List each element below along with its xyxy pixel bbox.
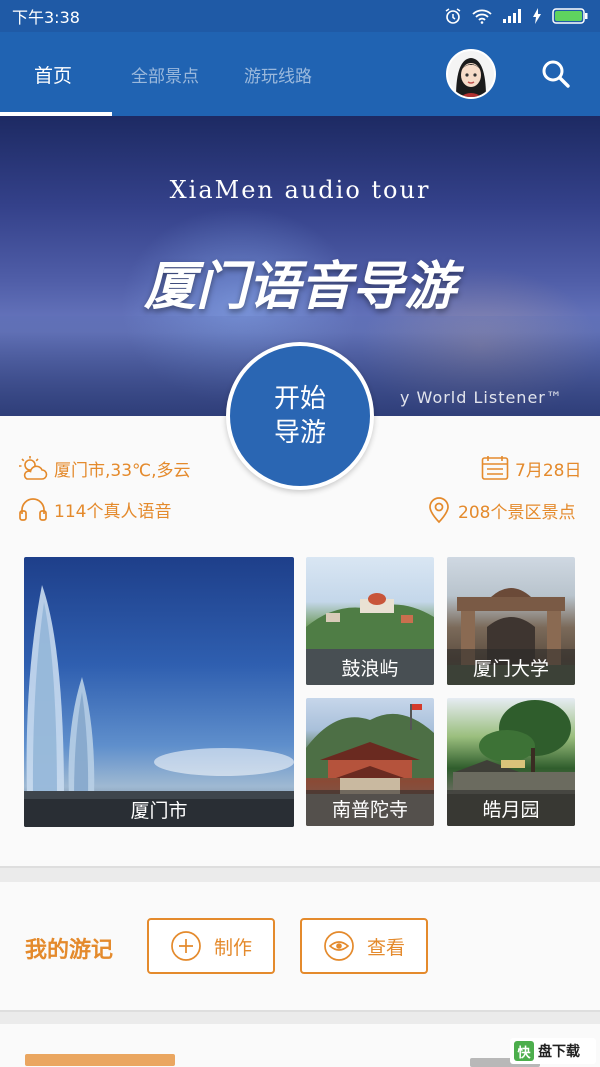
avatar-icon xyxy=(448,51,494,97)
attraction-xiamen-university[interactable]: 厦门大学 xyxy=(447,557,575,685)
spots-info: 208个景区景点 xyxy=(426,496,575,524)
start-tour-button[interactable]: 开始 导游 xyxy=(226,342,374,490)
status-bar: 下午3:38 xyxy=(0,0,600,32)
attraction-caption: 厦门市 xyxy=(24,791,294,827)
start-button-line1: 开始 xyxy=(273,384,326,414)
attraction-caption: 鼓浪屿 xyxy=(306,649,434,685)
location-pin-icon xyxy=(429,497,449,524)
banner-subtitle: y World Listener™ xyxy=(400,388,563,407)
signal-icon xyxy=(503,9,521,23)
watermark-logo: 快 xyxy=(514,1041,534,1061)
attraction-caption: 皓月园 xyxy=(447,790,575,826)
search-icon xyxy=(542,60,570,88)
alarm-icon xyxy=(445,8,461,24)
status-time: 下午3:38 xyxy=(12,8,80,27)
eye-circle-icon xyxy=(324,931,354,961)
view-button-label: 查看 xyxy=(366,936,405,959)
attraction-gulangyu[interactable]: 鼓浪屿 xyxy=(306,557,434,685)
date-info: 7月28日 xyxy=(481,455,581,481)
tab-tour-routes[interactable]: 游玩线路 xyxy=(244,32,312,116)
banner-title-english: XiaMen audio tour xyxy=(169,176,431,204)
partly-cloudy-icon xyxy=(19,456,48,480)
attraction-haoyue-garden[interactable]: 皓月园 xyxy=(447,698,575,826)
spots-text: 208个景区景点 xyxy=(458,502,576,523)
weather-text: 厦门市,33℃,多云 xyxy=(54,460,191,481)
search-button[interactable] xyxy=(538,56,574,92)
attraction-caption: 南普陀寺 xyxy=(306,790,434,826)
wifi-icon xyxy=(472,9,492,24)
tab-home[interactable]: 首页 xyxy=(34,32,72,116)
banner-title-chinese: 厦门语音导游 xyxy=(143,256,456,317)
start-button-line2: 导游 xyxy=(273,418,326,448)
weather-info: 厦门市,33℃,多云 xyxy=(18,455,191,481)
voices-text: 114个真人语音 xyxy=(54,501,172,522)
next-section-title-peek xyxy=(25,1054,175,1066)
voices-info: 114个真人语音 xyxy=(18,496,171,522)
calendar-icon xyxy=(481,456,509,480)
create-travel-button[interactable]: 制作 xyxy=(147,918,275,974)
site-watermark: 快 盘下载 xyxy=(510,1038,596,1064)
xiamen-skyline-image xyxy=(24,585,294,827)
attraction-xiamen[interactable]: 厦门市 xyxy=(24,557,294,827)
create-button-label: 制作 xyxy=(213,936,252,959)
tab-all-attractions[interactable]: 全部景点 xyxy=(131,32,199,116)
status-icons xyxy=(444,7,588,25)
battery-icon xyxy=(552,8,588,24)
date-text: 7月28日 xyxy=(515,460,582,481)
attraction-caption: 厦门大学 xyxy=(447,649,575,685)
headphones-icon xyxy=(19,498,47,521)
user-avatar[interactable] xyxy=(446,49,496,99)
plus-circle-icon xyxy=(171,931,201,961)
watermark-text: 盘下载 xyxy=(538,1044,580,1060)
my-travels-title: 我的游记 xyxy=(25,938,114,963)
charging-icon xyxy=(533,8,541,24)
view-travel-button[interactable]: 查看 xyxy=(300,918,428,974)
top-nav: 首页 全部景点 游玩线路 xyxy=(0,32,600,116)
attraction-nanputuo-temple[interactable]: 南普陀寺 xyxy=(306,698,434,826)
